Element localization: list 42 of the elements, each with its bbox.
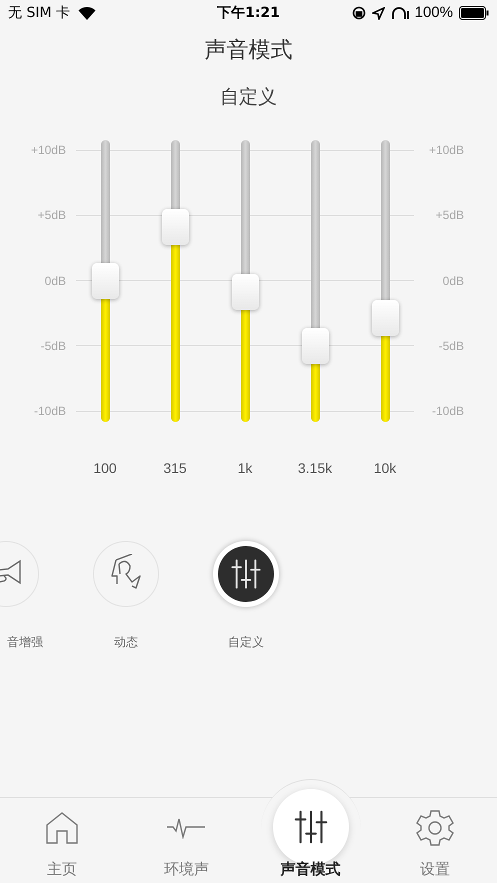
page-title: 声音模式 xyxy=(204,36,292,64)
eq-slider-handle[interactable] xyxy=(162,209,188,246)
preset-button[interactable] xyxy=(213,541,279,607)
db-label: -10dB xyxy=(34,403,66,419)
status-time: 下午1:21 xyxy=(217,4,280,22)
db-label: +5dB xyxy=(38,207,66,224)
tab-bar-item[interactable]: 声音模式 xyxy=(248,779,373,883)
frequency-label: 315 xyxy=(163,459,187,478)
frequency-label: 100 xyxy=(93,459,117,478)
location-icon xyxy=(372,6,385,20)
tab-bar-item[interactable]: 环境声 xyxy=(124,779,248,883)
battery-percent: 100% xyxy=(414,2,453,23)
db-label: +10dB xyxy=(428,142,464,158)
frequency-label: 3.15k xyxy=(298,459,332,478)
pulse-icon xyxy=(167,816,206,838)
frequency-label: 1k xyxy=(238,459,252,478)
db-label: +5dB xyxy=(436,207,464,224)
sliders-icon xyxy=(229,557,263,591)
home-icon xyxy=(45,810,80,844)
settings-icon xyxy=(416,808,454,846)
preset-label: 音增强 xyxy=(7,634,43,651)
carrier-text: 无 SIM 卡 xyxy=(8,4,70,22)
db-label: -10dB xyxy=(432,403,464,419)
eq-slider-handle[interactable] xyxy=(372,300,398,336)
db-label: 0dB xyxy=(442,272,464,288)
db-label: 0dB xyxy=(44,272,66,288)
eq-slider-handle[interactable] xyxy=(232,274,258,310)
wifi-icon xyxy=(78,6,96,20)
mode-name: 自定义 xyxy=(220,86,277,110)
eq-slider-handle[interactable] xyxy=(302,328,328,364)
tab-bar-item[interactable]: 主页 xyxy=(0,779,124,883)
frequency-label: 10k xyxy=(374,459,396,478)
db-label: -5dB xyxy=(438,338,464,354)
headphones-icon xyxy=(390,6,409,20)
preset-label: 动态 xyxy=(114,634,138,651)
battery-icon xyxy=(458,6,489,20)
eq-slider-handle[interactable] xyxy=(92,263,118,299)
preset-label: 自定义 xyxy=(228,634,264,651)
db-label: +10dB xyxy=(30,142,66,158)
tab-bar-item[interactable]: 设置 xyxy=(372,779,497,883)
db-label: -5dB xyxy=(40,338,66,354)
rotation-lock-icon xyxy=(352,6,366,20)
